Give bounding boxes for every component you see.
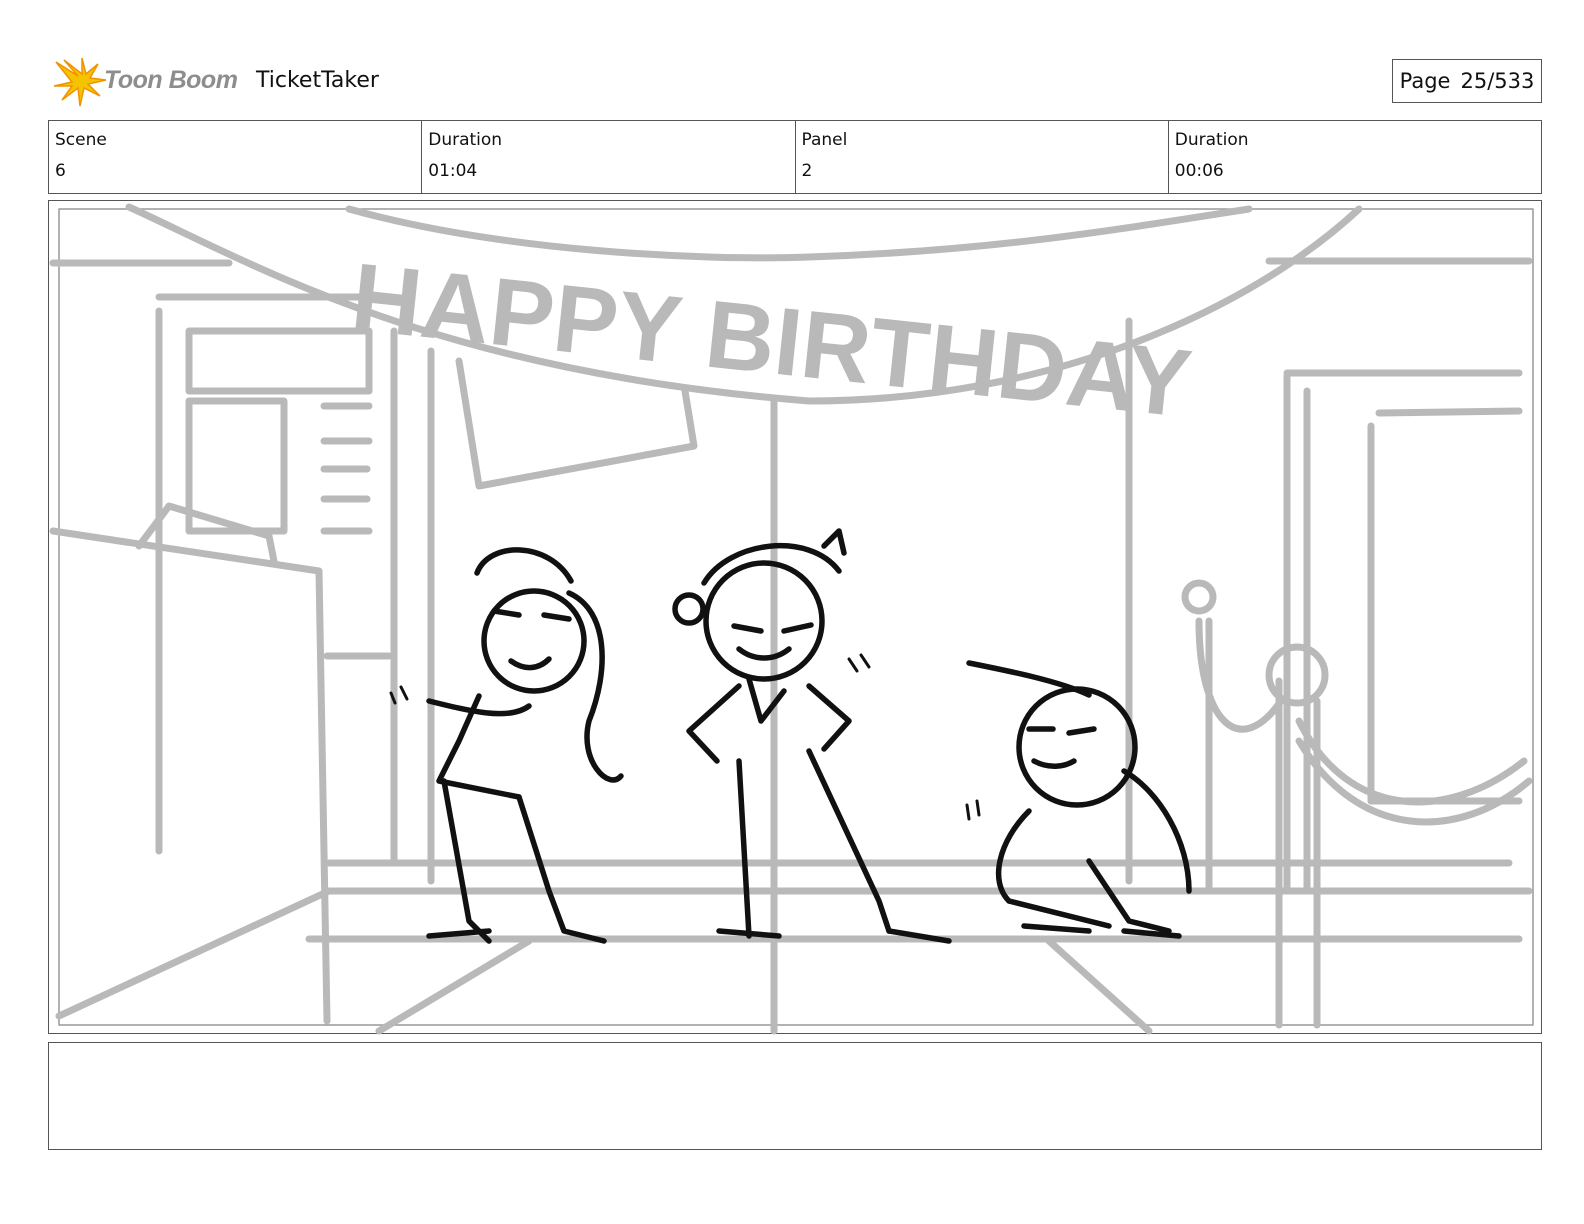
page-indicator: Page 25/533 <box>1392 59 1542 103</box>
panel-info-table: Scene 6 Duration 01:04 Panel 2 Duration … <box>48 120 1542 194</box>
character-girl <box>426 547 624 944</box>
scene-cell: Scene 6 <box>49 121 421 193</box>
panel-duration-value: 00:06 <box>1174 161 1224 181</box>
scene-value: 6 <box>55 161 66 181</box>
panel-value: 2 <box>801 161 813 181</box>
page-number: 25/533 <box>1460 69 1535 93</box>
notes-area <box>48 1042 1542 1150</box>
character-boy <box>672 528 952 944</box>
page-label: Page <box>1399 69 1451 93</box>
scene-label: Scene <box>55 130 107 150</box>
panel-label: Panel <box>801 130 848 150</box>
star-burst-icon <box>53 57 107 107</box>
storyboard-sketch: HAPPY BIRTHDAY <box>49 203 1534 1035</box>
panel-cell: Panel 2 <box>794 121 1168 193</box>
storyboard-panel: HAPPY BIRTHDAY <box>48 200 1542 1035</box>
toon-boom-logo: Toon Boom <box>52 56 242 108</box>
scene-duration-label: Duration <box>428 130 503 150</box>
brand-name: Toon Boom <box>104 66 238 94</box>
panel-duration-cell: Duration 00:06 <box>1167 121 1541 193</box>
character-crouching-boy <box>966 660 1192 939</box>
panel-duration-label: Duration <box>1174 130 1249 150</box>
scene-duration-cell: Duration 01:04 <box>421 121 794 193</box>
scene-duration-value: 01:04 <box>428 161 478 181</box>
project-title: TicketTaker <box>256 68 379 93</box>
